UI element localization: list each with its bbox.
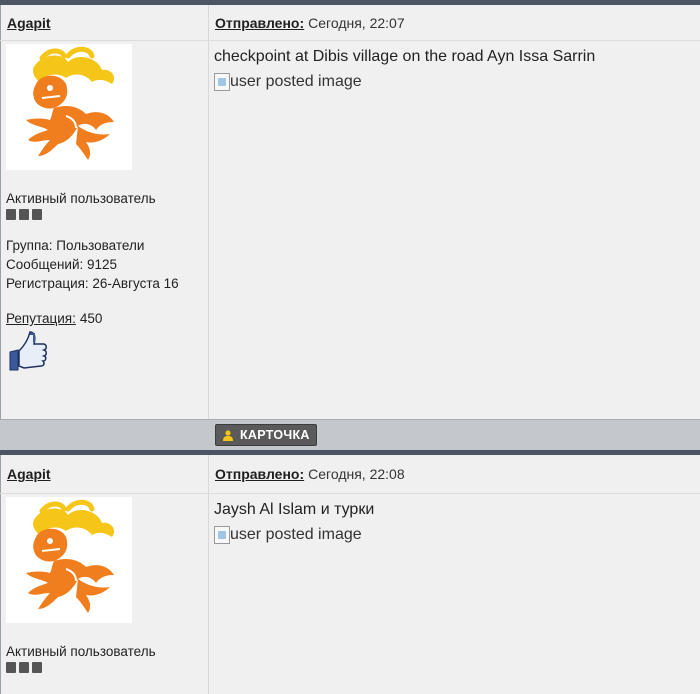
rank-pips — [6, 209, 208, 220]
author-name-link[interactable]: Agapit — [7, 15, 51, 31]
rank-pip — [19, 662, 29, 673]
post-text: Jaysh Al Islam и турки — [214, 501, 375, 518]
post-body: Активный пользователь Jaysh Al Islam и т… — [0, 494, 700, 694]
avatar[interactable] — [6, 497, 132, 623]
reputation: Репутация: 450 — [6, 311, 208, 326]
thumbs-up-icon[interactable] — [6, 330, 48, 372]
author-name-link[interactable]: Agapit — [7, 466, 51, 482]
sent-label[interactable]: Отправлено: — [215, 466, 304, 482]
avatar[interactable] — [6, 44, 132, 170]
rank-pip — [6, 662, 16, 673]
sent-time: Сегодня, 22:08 — [308, 466, 405, 482]
sent-time: Сегодня, 22:07 — [308, 14, 405, 31]
forum-post: Agapit Отправлено: Сегодня, 22:08 Активн… — [0, 455, 700, 694]
user-card-icon — [223, 430, 233, 441]
image-alt-text: user posted image — [230, 526, 362, 543]
post-image[interactable]: user posted image — [214, 526, 700, 544]
broken-image-icon — [214, 73, 230, 91]
post-header: Agapit Отправлено: Сегодня, 22:08 — [0, 455, 700, 494]
rank-pip — [32, 209, 42, 220]
post-text: checkpoint at Dibis village on the road … — [214, 48, 596, 65]
card-button-label: КАРТОЧКА — [240, 428, 310, 442]
post-meta: Отправлено: Сегодня, 22:08 — [209, 455, 700, 493]
reputation-label[interactable]: Репутация: — [6, 311, 76, 326]
user-rank: Активный пользователь — [6, 191, 156, 206]
forum-post: Agapit Отправлено: Сегодня, 22:07 Активн… — [0, 0, 700, 456]
post-image[interactable]: user posted image — [214, 73, 700, 91]
image-alt-text: user posted image — [230, 73, 362, 90]
rank-pip — [19, 209, 29, 220]
author-sidebar: Активный пользователь Группа: Пользовате… — [0, 41, 209, 419]
post-content: checkpoint at Dibis village on the road … — [209, 41, 700, 419]
broken-image-icon — [214, 526, 230, 544]
user-registration: Регистрация: 26-Августа 16 — [6, 276, 179, 291]
author-sidebar: Активный пользователь — [0, 494, 209, 694]
post-content: Jaysh Al Islam и турки user posted image — [209, 494, 700, 694]
rank-pips — [6, 662, 208, 673]
reputation-value: 450 — [79, 311, 103, 326]
author-cell: Agapit — [0, 5, 209, 40]
author-cell: Agapit — [0, 455, 209, 493]
rank-pip — [6, 209, 16, 220]
user-info: Группа: Пользователи Сообщений: 9125 Рег… — [6, 236, 208, 293]
rank-pip — [32, 662, 42, 673]
post-body: Активный пользователь Группа: Пользовате… — [0, 41, 700, 419]
sent-label[interactable]: Отправлено: — [215, 15, 304, 31]
user-group: Группа: Пользователи — [6, 238, 145, 253]
post-header: Agapit Отправлено: Сегодня, 22:07 — [0, 5, 700, 41]
post-meta: Отправлено: Сегодня, 22:07 — [209, 5, 700, 40]
post-footer: КАРТОЧКА — [0, 419, 700, 450]
user-rank: Активный пользователь — [6, 644, 156, 659]
user-card-button[interactable]: КАРТОЧКА — [215, 424, 317, 446]
user-message-count: Сообщений: 9125 — [6, 257, 118, 272]
